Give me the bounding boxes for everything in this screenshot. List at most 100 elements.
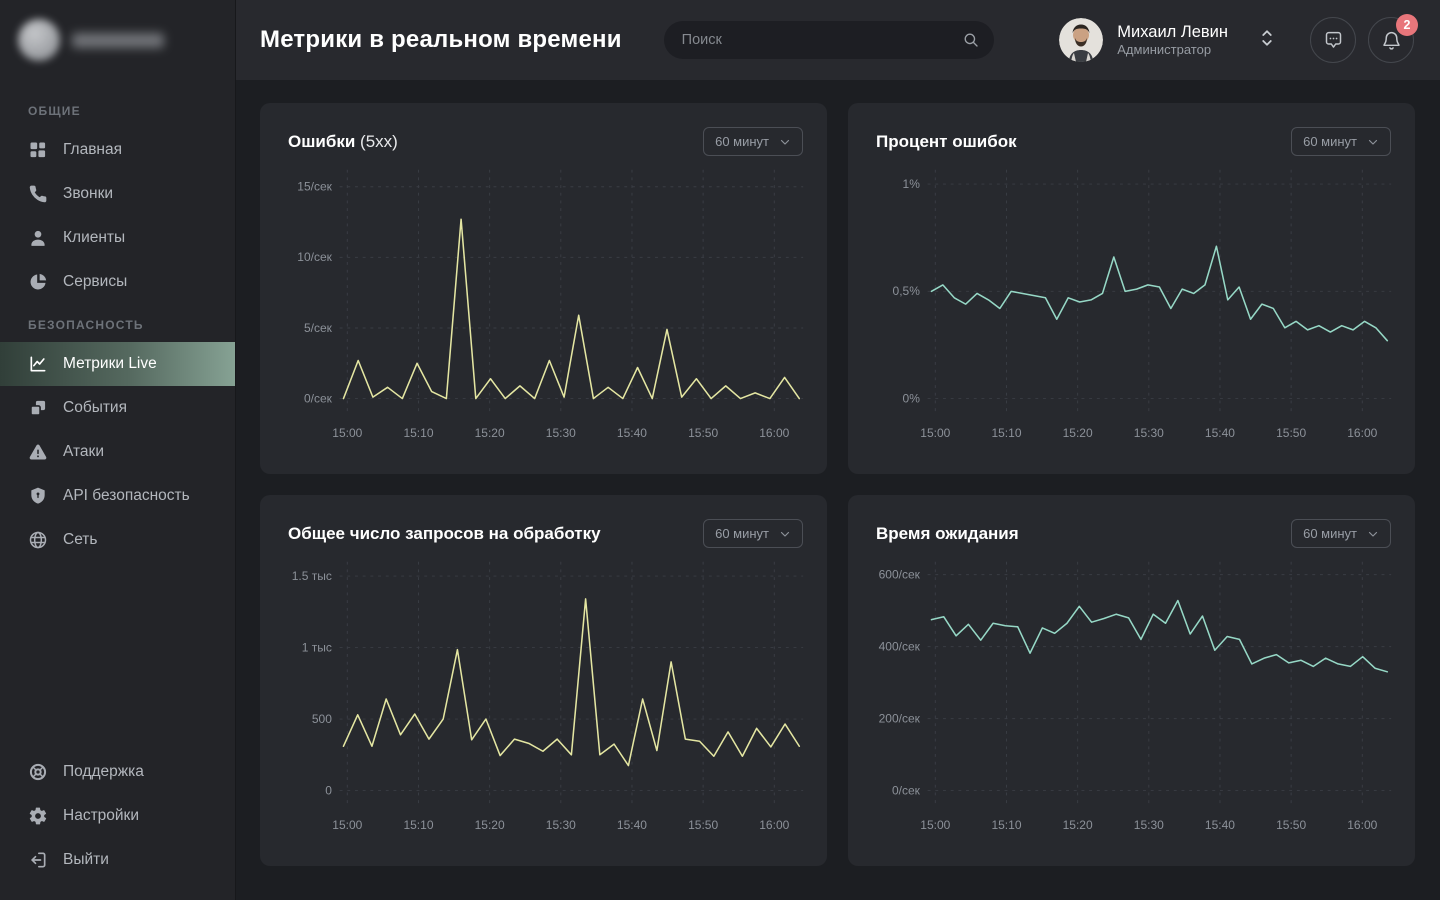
panel-title-text: Процент ошибок: [876, 132, 1017, 151]
sidebar-item-settings[interactable]: Настройки: [0, 794, 235, 838]
alert-triangle-icon: [28, 442, 48, 462]
lifebuoy-icon: [28, 762, 48, 782]
chart-latency: 15:00 15:10 15:20 15:30 15:40 15:50 16:00 600/с…: [868, 554, 1395, 843]
svg-text:15:50: 15:50: [1276, 426, 1306, 440]
sidebar-item-label: События: [63, 399, 127, 417]
avatar-image: [1059, 18, 1103, 62]
sidebar-item-calls[interactable]: Звонки: [0, 172, 235, 216]
chart-error-rate: 15:0015:1015:2015:3015:4015:5016:001%0,5…: [868, 162, 1395, 451]
sidebar-item-attacks[interactable]: Атаки: [0, 430, 235, 474]
svg-text:16:00: 16:00: [1347, 426, 1377, 440]
svg-text:16:00: 16:00: [759, 426, 789, 440]
svg-text:15:40: 15:40: [617, 426, 647, 440]
svg-text:15:40: 15:40: [617, 818, 647, 832]
svg-text:600/сек: 600/сек: [879, 568, 921, 582]
panel-latency: Время ожидания 60 минут 15:0015:1015:201…: [848, 495, 1415, 866]
panel-title-text: Общее число запросов на обработку: [288, 524, 601, 543]
svg-text:15:10: 15:10: [991, 818, 1021, 832]
chevron-down-icon: [779, 136, 791, 148]
svg-text:10/сек: 10/сек: [297, 250, 332, 264]
svg-text:15:30: 15:30: [1134, 818, 1164, 832]
time-range-select[interactable]: 60 минут: [703, 127, 803, 156]
svg-text:0: 0: [325, 783, 332, 797]
logo-mark-redacted: [18, 19, 60, 61]
sidebar-item-label: Клиенты: [63, 229, 125, 247]
sidebar-item-clients[interactable]: Клиенты: [0, 216, 235, 260]
shield-key-icon: [28, 486, 48, 506]
sidebar-item-services[interactable]: Сервисы: [0, 260, 235, 304]
dashboard-grid: Ошибки (5xx) 60 минут 15:0015:1015:2015:…: [236, 80, 1440, 900]
svg-text:1 тыс: 1 тыс: [302, 640, 332, 654]
svg-text:1.5 тыс: 1.5 тыс: [292, 569, 332, 583]
nav-section-security: БЕЗОПАСНОСТЬ: [0, 304, 235, 342]
panel-header: Время ожидания 60 минут: [868, 515, 1395, 554]
chevron-down-icon: [779, 528, 791, 540]
panel-title: Общее число запросов на обработку: [288, 524, 601, 544]
time-range-value: 60 минут: [715, 526, 769, 541]
panel-error-rate: Процент ошибок 60 минут 15:0015:1015:201…: [848, 103, 1415, 474]
sidebar-item-home[interactable]: Главная: [0, 128, 235, 172]
svg-text:15:50: 15:50: [1276, 818, 1306, 832]
svg-text:15:50: 15:50: [688, 426, 718, 440]
sidebar-item-label: Поддержка: [63, 763, 144, 781]
sidebar-item-metrics-live[interactable]: Метрики Live: [0, 342, 235, 386]
sidebar-item-label: Метрики Live: [63, 355, 157, 373]
sidebar-item-label: Звонки: [63, 185, 113, 203]
svg-text:15:30: 15:30: [1134, 426, 1164, 440]
user-meta[interactable]: Михаил Левин Администратор: [1117, 22, 1228, 59]
app-root: ОБЩИЕ Главная Звонки Клиенты: [0, 0, 1440, 900]
search-input[interactable]: [682, 32, 962, 48]
panel-title: Время ожидания: [876, 524, 1019, 544]
svg-text:15:00: 15:00: [332, 818, 362, 832]
svg-text:15:20: 15:20: [1063, 818, 1093, 832]
svg-text:15:30: 15:30: [546, 818, 576, 832]
search-box: [664, 21, 994, 59]
svg-text:15:40: 15:40: [1205, 818, 1235, 832]
messages-button[interactable]: [1310, 17, 1356, 63]
svg-text:15:50: 15:50: [688, 818, 718, 832]
panel-errors-5xx: Ошибки (5xx) 60 минут 15:0015:1015:2015:…: [260, 103, 827, 474]
notification-badge: 2: [1396, 14, 1418, 36]
sidebar-item-logout[interactable]: Выйти: [0, 838, 235, 882]
logo: [0, 0, 235, 80]
user-name: Михаил Левин: [1117, 22, 1228, 43]
sidebar-item-network[interactable]: Сеть: [0, 518, 235, 562]
grid-icon: [28, 140, 48, 160]
pie-chart-icon: [28, 272, 48, 292]
sidebar-item-support[interactable]: Поддержка: [0, 750, 235, 794]
time-range-select[interactable]: 60 минут: [1291, 127, 1391, 156]
svg-text:16:00: 16:00: [1347, 818, 1377, 832]
sidebar-item-api-security[interactable]: API безопасность: [0, 474, 235, 518]
globe-icon: [28, 530, 48, 550]
panel-title-text: Время ожидания: [876, 524, 1019, 543]
notifications-button[interactable]: 2: [1368, 17, 1414, 63]
sidebar-item-label: Выйти: [63, 851, 109, 869]
svg-text:400/сек: 400/сек: [879, 639, 921, 653]
page-title: Метрики в реальном времени: [260, 26, 622, 54]
search-icon[interactable]: [962, 31, 980, 49]
svg-text:15:00: 15:00: [920, 818, 950, 832]
panel-header: Общее число запросов на обработку 60 мин…: [280, 515, 807, 554]
sidebar-item-events[interactable]: События: [0, 386, 235, 430]
time-range-value: 60 минут: [715, 134, 769, 149]
sidebar-nav: ОБЩИЕ Главная Звонки Клиенты: [0, 80, 235, 562]
panel-title-suffix: (5xx): [360, 132, 398, 151]
svg-text:15:10: 15:10: [403, 818, 433, 832]
chat-bubble-icon: [1323, 30, 1344, 51]
panel-title: Процент ошибок: [876, 132, 1017, 152]
user-menu-toggle[interactable]: [1258, 26, 1276, 55]
avatar[interactable]: [1059, 18, 1103, 62]
user-role: Администратор: [1117, 42, 1228, 58]
logout-icon: [28, 850, 48, 870]
sidebar-item-label: Настройки: [63, 807, 139, 825]
sidebar-item-label: Атаки: [63, 443, 104, 461]
panel-total-requests: Общее число запросов на обработку 60 мин…: [260, 495, 827, 866]
sidebar-footer: Поддержка Настройки Выйти: [0, 750, 235, 900]
svg-text:15:10: 15:10: [403, 426, 433, 440]
sidebar-item-label: API безопасность: [63, 487, 190, 505]
time-range-select[interactable]: 60 минут: [1291, 519, 1391, 548]
time-range-select[interactable]: 60 минут: [703, 519, 803, 548]
sidebar-item-label: Сервисы: [63, 273, 127, 291]
sidebar-item-label: Главная: [63, 141, 122, 159]
phone-icon: [28, 184, 48, 204]
